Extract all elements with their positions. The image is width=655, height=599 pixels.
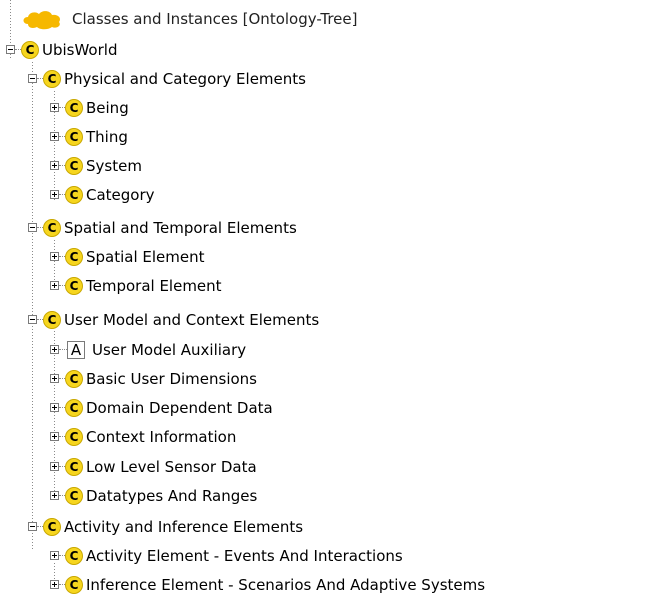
tree-node-label[interactable]: Thing [86, 128, 128, 146]
tree-node-child[interactable]: C Spatial Element [50, 242, 205, 271]
tree-node-label[interactable]: System [86, 157, 142, 175]
tree-node-label[interactable]: Temporal Element [86, 277, 222, 295]
tree-node-child[interactable]: C Low Level Sensor Data [50, 452, 257, 481]
tree-node-group[interactable]: C Activity and Inference Elements [28, 512, 303, 541]
tree-node-label[interactable]: Spatial Element [86, 248, 205, 266]
expand-toggle[interactable] [50, 403, 59, 412]
class-icon: C [43, 69, 61, 88]
expand-toggle[interactable] [50, 161, 59, 170]
tree-node-child[interactable]: C Thing [50, 122, 128, 151]
tree-node-label[interactable]: Activity Element - Events And Interactio… [86, 547, 403, 565]
tree-node-label[interactable]: UbisWorld [42, 41, 117, 59]
tree-node-label[interactable]: Category [86, 186, 155, 204]
class-icon: C [65, 546, 83, 565]
attribute-icon: A [67, 340, 85, 359]
connector-line [59, 349, 67, 350]
class-icon: C [65, 369, 83, 388]
class-icon: C [65, 398, 83, 417]
expand-toggle[interactable] [50, 491, 59, 500]
tree-node-group[interactable]: C Spatial and Temporal Elements [28, 213, 297, 242]
expand-toggle[interactable] [50, 103, 59, 112]
class-icon: C [65, 575, 83, 594]
collapse-toggle[interactable] [6, 45, 15, 54]
tree-node-child[interactable]: C Category [50, 180, 155, 209]
tree-node-child[interactable]: A User Model Auxiliary [50, 335, 246, 364]
tree-node-label[interactable]: Spatial and Temporal Elements [64, 219, 297, 237]
cloud-icon [23, 10, 61, 29]
expand-toggle[interactable] [50, 252, 59, 261]
class-icon: C [65, 276, 83, 295]
expand-toggle[interactable] [50, 462, 59, 471]
class-icon: C [65, 457, 83, 476]
tree-node-child[interactable]: C Domain Dependent Data [50, 393, 273, 422]
tree-node-label[interactable]: Being [86, 99, 129, 117]
class-icon: C [65, 427, 83, 446]
tree-node-child[interactable]: C Basic User Dimensions [50, 364, 257, 393]
tree-root-label: Classes and Instances [Ontology-Tree] [72, 9, 358, 28]
class-icon: C [65, 185, 83, 204]
expand-toggle[interactable] [50, 132, 59, 141]
class-icon: C [65, 486, 83, 505]
tree-node-child[interactable]: C Being [50, 93, 129, 122]
tree-node-child[interactable]: C Context Information [50, 422, 236, 451]
class-icon: C [65, 247, 83, 266]
expand-toggle[interactable] [50, 432, 59, 441]
collapse-toggle[interactable] [28, 223, 37, 232]
tree-node-label[interactable]: Inference Element - Scenarios And Adapti… [86, 576, 485, 594]
tree-node-child[interactable]: C System [50, 151, 142, 180]
tree-node-label[interactable]: Physical and Category Elements [64, 70, 306, 88]
expand-toggle[interactable] [50, 374, 59, 383]
tree-node-label[interactable]: User Model Auxiliary [92, 341, 246, 359]
collapse-toggle[interactable] [28, 522, 37, 531]
tree-node-child[interactable]: C Activity Element - Events And Interact… [50, 541, 403, 570]
ontology-tree: Classes and Instances [Ontology-Tree] C … [0, 0, 655, 599]
expand-toggle[interactable] [50, 281, 59, 290]
class-icon: C [43, 218, 61, 237]
tree-node-label[interactable]: Low Level Sensor Data [86, 458, 257, 476]
tree-node-label[interactable]: Basic User Dimensions [86, 370, 257, 388]
tree-node-label[interactable]: Activity and Inference Elements [64, 518, 303, 536]
class-icon: C [43, 310, 61, 329]
class-icon: C [65, 127, 83, 146]
tree-node-label[interactable]: Context Information [86, 428, 236, 446]
expand-toggle[interactable] [50, 580, 59, 589]
tree-node-group[interactable]: C Physical and Category Elements [28, 64, 306, 93]
expand-toggle[interactable] [50, 551, 59, 560]
tree-node-child[interactable]: C Inference Element - Scenarios And Adap… [50, 570, 485, 599]
class-icon: C [43, 517, 61, 536]
collapse-toggle[interactable] [28, 74, 37, 83]
tree-root-header: Classes and Instances [Ontology-Tree] [20, 4, 358, 33]
expand-toggle[interactable] [50, 345, 59, 354]
tree-node-label[interactable]: User Model and Context Elements [64, 311, 319, 329]
tree-node-child[interactable]: C Temporal Element [50, 271, 222, 300]
class-icon: C [65, 98, 83, 117]
tree-node-ubisworld[interactable]: C UbisWorld [6, 35, 117, 64]
tree-node-label[interactable]: Datatypes And Ranges [86, 487, 257, 505]
expand-toggle[interactable] [50, 190, 59, 199]
tree-node-child[interactable]: C Datatypes And Ranges [50, 481, 257, 510]
class-icon: C [65, 156, 83, 175]
class-icon: C [21, 40, 39, 59]
tree-node-label[interactable]: Domain Dependent Data [86, 399, 273, 417]
collapse-toggle[interactable] [28, 315, 37, 324]
tree-node-group[interactable]: C User Model and Context Elements [28, 305, 319, 334]
